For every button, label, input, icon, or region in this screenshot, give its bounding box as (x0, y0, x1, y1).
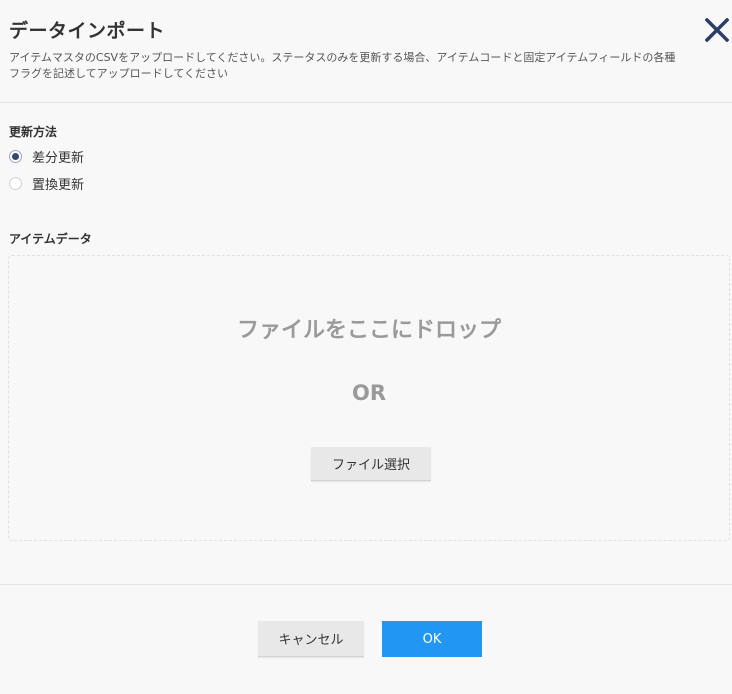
close-x-icon (704, 17, 730, 43)
file-select-button[interactable]: ファイル選択 (311, 447, 431, 481)
radio-diff-update[interactable]: 差分更新 (9, 147, 85, 166)
dialog-body: 更新方法 差分更新 置換更新 アイテムデータ ファイルをここにドロップ OR フ… (0, 103, 732, 585)
update-method-label: 更新方法 (9, 125, 58, 139)
data-import-dialog: データインポート アイテムマスタのCSVをアップロードしてください。ステータスの… (0, 0, 732, 694)
radio-label-diff-update: 差分更新 (32, 150, 85, 166)
dialog-header: データインポート アイテムマスタのCSVをアップロードしてください。ステータスの… (0, 0, 732, 103)
drop-instruction-text: ファイルをここにドロップ (236, 318, 501, 343)
ok-button[interactable]: OK (382, 621, 482, 657)
dialog-description: アイテムマスタのCSVをアップロードしてください。ステータスのみを更新する場合、… (9, 51, 676, 80)
dialog-footer: キャンセル OK (0, 585, 732, 693)
file-dropzone[interactable]: ファイルをここにドロップ OR ファイル選択 (8, 255, 730, 541)
or-separator-text: OR (351, 381, 387, 405)
item-data-label: アイテムデータ (9, 232, 92, 246)
radio-button-unchecked[interactable] (9, 176, 22, 190)
close-button[interactable] (704, 17, 730, 43)
dialog-title: データインポート (9, 20, 166, 42)
radio-button-checked[interactable] (9, 149, 22, 163)
radio-replace-update[interactable]: 置換更新 (9, 174, 85, 193)
cancel-button[interactable]: キャンセル (258, 621, 364, 657)
radio-label-replace-update: 置換更新 (32, 177, 85, 193)
